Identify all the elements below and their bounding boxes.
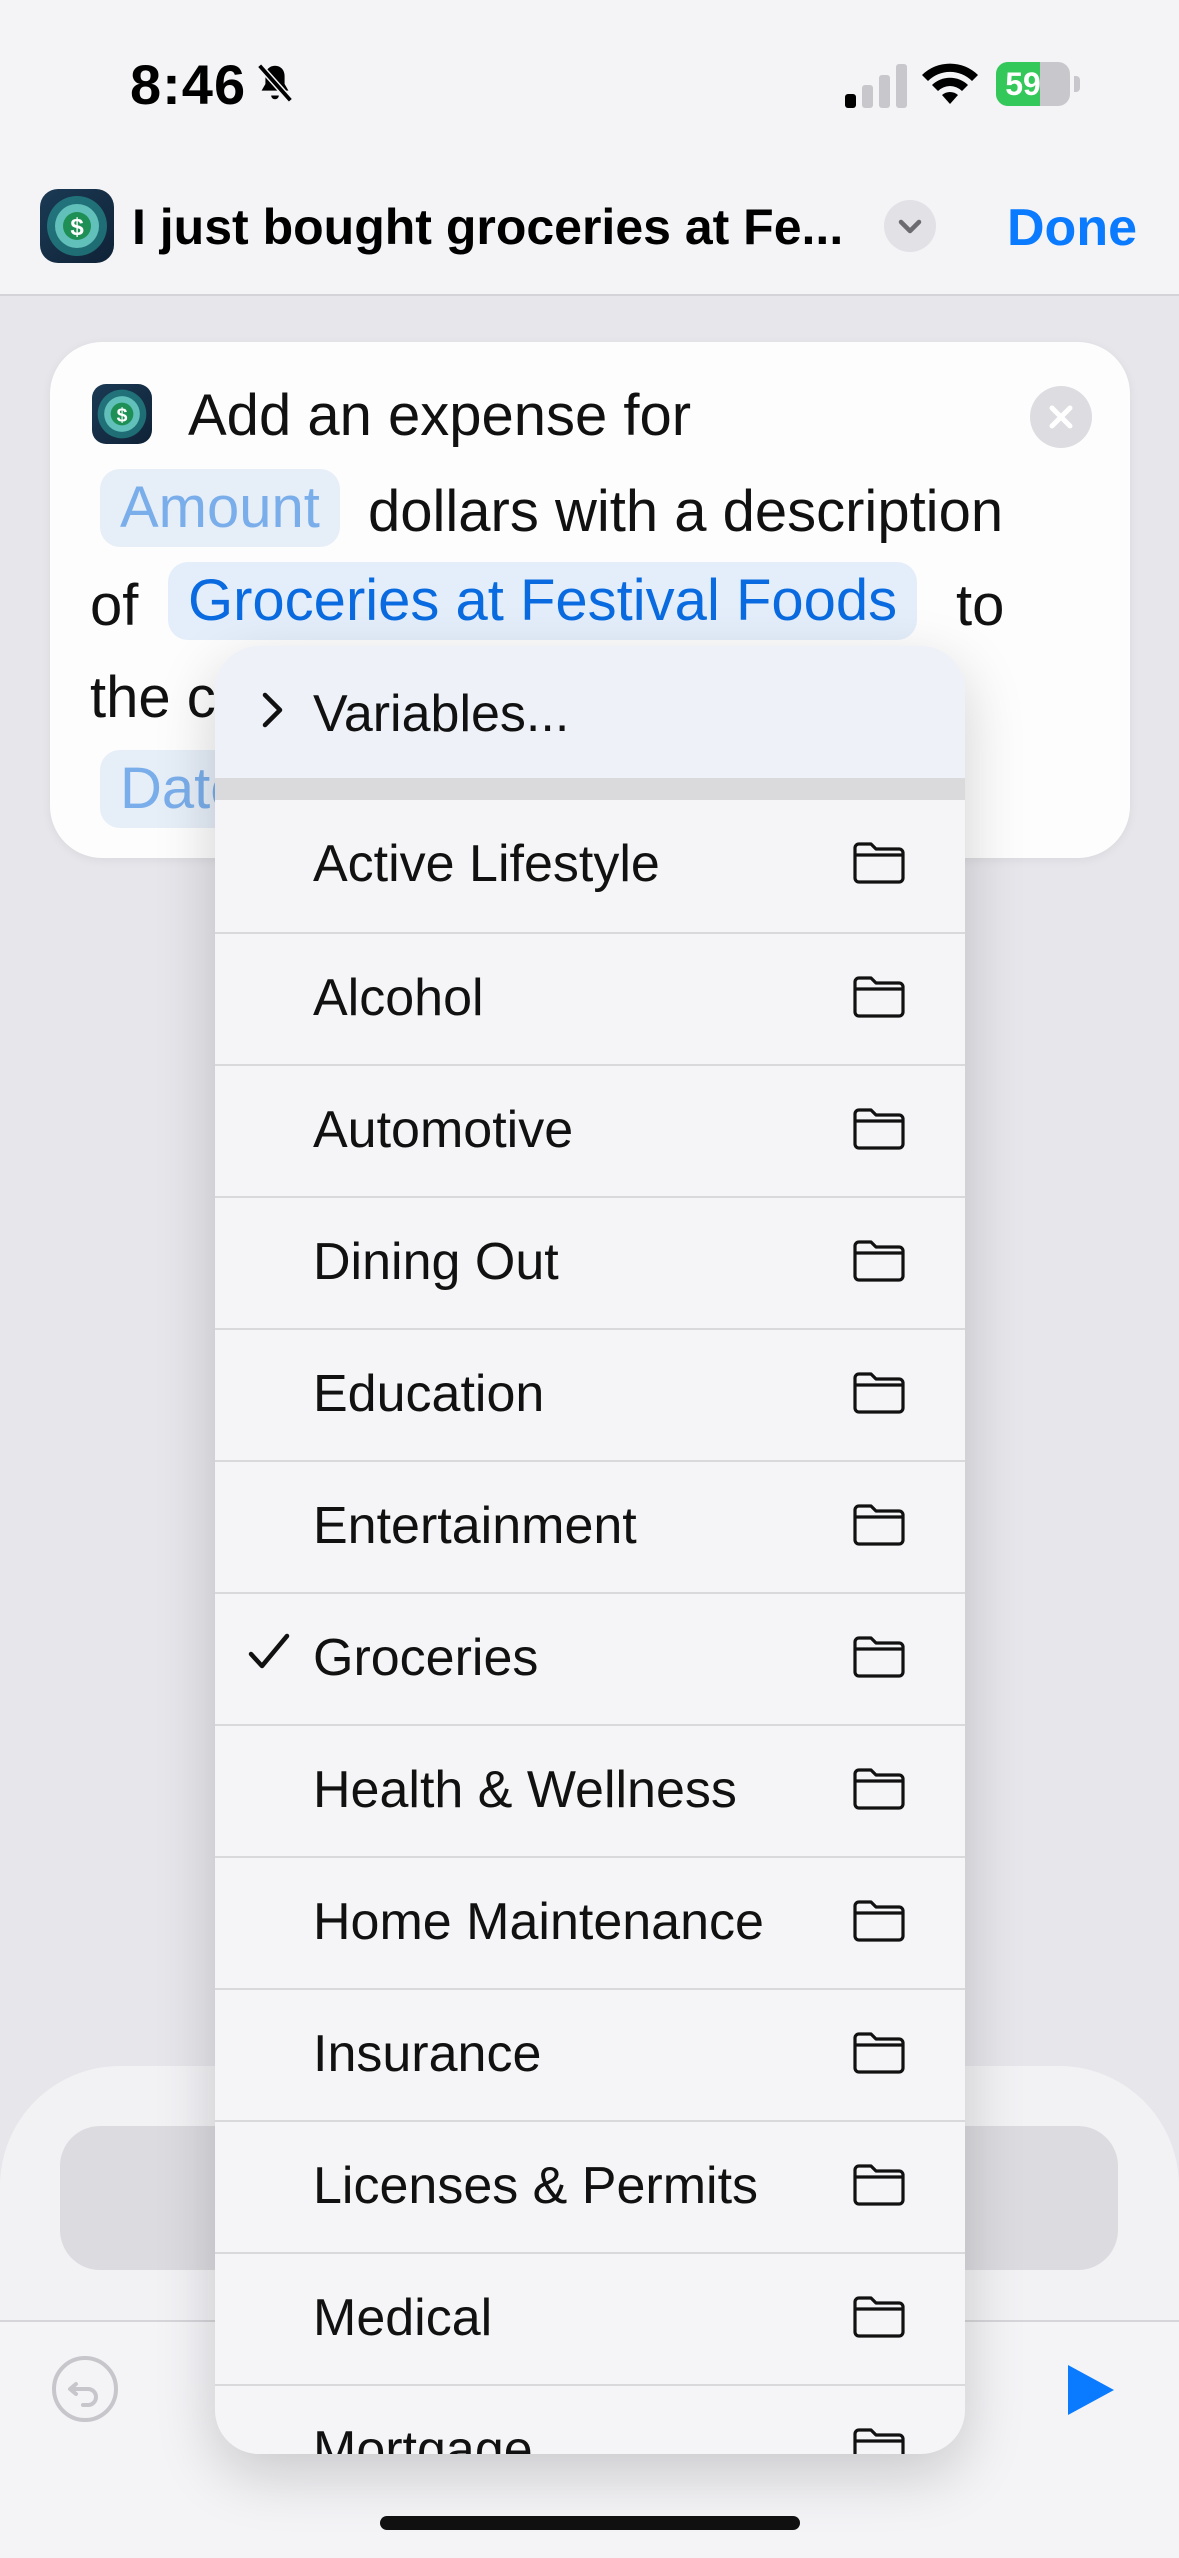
action-app-icon: $	[92, 384, 152, 444]
status-time: 8:46	[130, 53, 247, 116]
variables-label: Variables...	[313, 685, 570, 743]
action-text-of: of	[90, 573, 139, 638]
done-button[interactable]: Done	[1007, 198, 1137, 258]
category-label: Insurance	[313, 2025, 542, 2083]
folder-icon	[853, 1900, 905, 1942]
svg-text:$: $	[117, 404, 128, 426]
folder-icon	[853, 2428, 905, 2454]
category-label: Mortgage	[313, 2421, 533, 2454]
folder-icon	[853, 2032, 905, 2074]
category-label: Dining Out	[313, 1233, 559, 1291]
folder-icon	[853, 976, 905, 1018]
battery-indicator: 59	[996, 62, 1082, 106]
category-menu-item[interactable]: Groceries	[215, 1592, 965, 1724]
category-picker-menu: Variables... Active Lifestyle Alcohol Auto…	[215, 646, 965, 2454]
action-text-line2: dollars with a description	[368, 479, 1004, 544]
folder-icon	[853, 2164, 905, 2206]
bell-slash-icon	[257, 63, 293, 103]
shortcut-title[interactable]: I just bought groceries at Fe...	[132, 198, 843, 256]
category-menu-item[interactable]: Licenses & Permits	[215, 2120, 965, 2252]
folder-icon	[853, 2296, 905, 2338]
battery-percent: 59	[1005, 66, 1041, 102]
category-label: Entertainment	[313, 1497, 637, 1555]
category-menu-item[interactable]: Health & Wellness	[215, 1724, 965, 1856]
variables-row[interactable]: Variables...	[215, 646, 965, 778]
menu-separator	[215, 778, 965, 800]
action-text-to: to	[956, 573, 1005, 638]
chevron-right-icon	[262, 692, 283, 728]
category-label: Education	[313, 1365, 545, 1423]
undo-arrow-icon	[68, 2382, 98, 2407]
category-menu-item[interactable]: Entertainment	[215, 1460, 965, 1592]
status-bar: 8:46 59	[0, 0, 1179, 170]
category-menu-item[interactable]: Automotive	[215, 1064, 965, 1196]
remove-action-button[interactable]	[1030, 386, 1092, 448]
category-menu-item[interactable]: Alcohol	[215, 932, 965, 1064]
action-text-line4: the c	[90, 665, 216, 730]
folder-icon	[853, 1372, 905, 1414]
category-label: Alcohol	[313, 969, 484, 1027]
money-flower-icon: $	[47, 196, 107, 256]
category-label: Groceries	[313, 1629, 539, 1687]
folder-icon	[853, 1768, 905, 1810]
category-menu-item[interactable]: Active Lifestyle	[215, 800, 965, 932]
folder-icon	[853, 1504, 905, 1546]
category-menu-item[interactable]: Home Maintenance	[215, 1856, 965, 1988]
undo-button[interactable]	[52, 2356, 118, 2422]
category-menu-item[interactable]: Medical	[215, 2252, 965, 2384]
amount-token[interactable]: Amount	[100, 469, 340, 547]
action-text-line1: Add an expense for	[188, 383, 692, 448]
folder-icon	[853, 842, 905, 884]
money-flower-icon: $	[97, 389, 147, 439]
folder-icon	[853, 1108, 905, 1150]
category-label: Licenses & Permits	[313, 2157, 759, 2215]
category-label: Automotive	[313, 1101, 574, 1159]
category-label: Health & Wellness	[313, 1761, 737, 1819]
wifi-icon	[922, 63, 978, 104]
svg-text:$: $	[70, 214, 84, 241]
category-label: Medical	[313, 2289, 493, 2347]
app-icon[interactable]: $	[40, 189, 114, 263]
category-label: Active Lifestyle	[313, 835, 660, 893]
category-menu-item[interactable]: Insurance	[215, 1988, 965, 2120]
title-menu-button[interactable]	[884, 200, 936, 252]
description-token[interactable]: Groceries at Festival Foods	[168, 562, 918, 640]
home-indicator	[380, 2516, 800, 2530]
cellular-signal-icon	[845, 64, 907, 108]
category-menu-item[interactable]: Mortgage	[215, 2384, 965, 2454]
category-label: Home Maintenance	[313, 1893, 764, 1951]
folder-icon	[853, 1240, 905, 1282]
checkmark-icon	[248, 1633, 290, 1669]
run-shortcut-play-icon[interactable]	[1062, 2362, 1118, 2418]
category-menu-item[interactable]: Dining Out	[215, 1196, 965, 1328]
chevron-down-icon	[898, 219, 922, 234]
category-menu-item[interactable]: Education	[215, 1328, 965, 1460]
shortcut-nav-bar: $ I just bought groceries at Fe... Done	[0, 170, 1179, 296]
close-icon	[1049, 405, 1073, 429]
folder-icon	[853, 1636, 905, 1678]
